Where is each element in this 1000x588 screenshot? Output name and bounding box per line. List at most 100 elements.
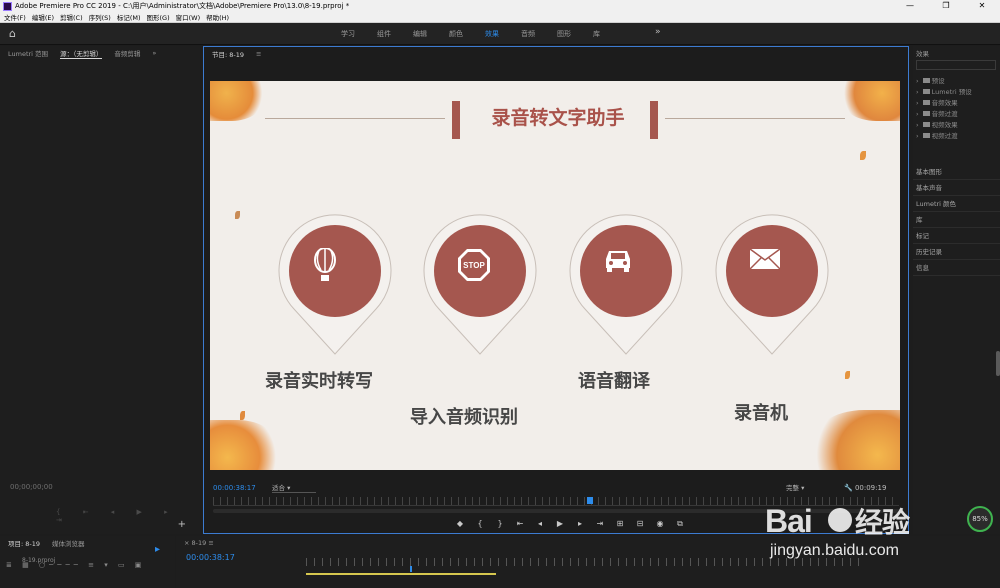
feature-label-import-audio: 导入音频识别	[410, 407, 518, 428]
workspace-tab-assembly[interactable]: 组件	[377, 29, 391, 39]
panel-info[interactable]: 信息	[913, 260, 1000, 276]
fit-dropdown[interactable]: 适合 ▾	[272, 482, 316, 493]
tree-item-lumetri-presets[interactable]: › Lumetri 预设	[916, 87, 972, 98]
folder-icon	[922, 111, 930, 116]
tree-item-audio-effects[interactable]: › 音频效果	[916, 98, 972, 109]
envelope-icon	[749, 248, 795, 294]
wrench-icon[interactable]: 🔧	[844, 484, 853, 492]
project-panel: 项目: 8-19 媒体浏览器 8-19.prproj ≣ ▦ ○──── ≡ ▾…	[0, 536, 175, 588]
timeline-work-area-bar[interactable]	[306, 573, 496, 575]
more-workspaces-icon[interactable]: »	[655, 27, 661, 37]
program-playhead[interactable]	[587, 497, 593, 504]
leaf-decoration	[840, 81, 900, 121]
workspace-tab-graphics[interactable]: 图形	[557, 29, 571, 39]
go-to-in-icon[interactable]: ⇤	[510, 519, 530, 529]
workspace-tab-audio[interactable]: 音频	[521, 29, 535, 39]
tab-audio-clip-mixer[interactable]: 音频剪辑	[114, 48, 140, 58]
leaf-decoration	[235, 211, 240, 219]
panel-essential-sound[interactable]: 基本声音	[913, 180, 1000, 196]
panel-essential-graphics[interactable]: 基本图形	[913, 164, 1000, 180]
effects-scrollbar[interactable]	[996, 351, 1000, 376]
panel-markers[interactable]: 标记	[913, 228, 1000, 244]
tab-lumetri-scopes[interactable]: Lumetri 范围	[8, 48, 48, 58]
watermark-url: jingyan.baidu.com	[770, 542, 899, 559]
panel-lumetri-color[interactable]: Lumetri 颜色	[913, 196, 1000, 212]
tab-media-browser[interactable]: 媒体浏览器	[52, 538, 85, 548]
tab-effects[interactable]: 效果	[916, 48, 929, 58]
tab-sequence[interactable]: × 8-19 ≡	[184, 539, 214, 547]
banner-bar-right	[650, 101, 658, 139]
leaf-decoration	[210, 420, 280, 470]
tab-source[interactable]: 源：（无剪辑）	[60, 48, 103, 59]
duration-value: 00:09:19	[854, 484, 887, 492]
effects-search-input[interactable]	[916, 60, 996, 70]
duration-timecode: 🔧 00:09:19	[844, 484, 886, 492]
panel-menu-icon[interactable]: ≡	[256, 50, 261, 58]
tab-program[interactable]: 节目: 8-19	[212, 49, 244, 59]
timeline-playhead[interactable]	[410, 566, 412, 572]
step-forward-icon[interactable]: ▸	[570, 519, 590, 529]
baidu-watermark: Bai 经验 jingyan.baidu.com	[765, 502, 955, 572]
minimize-button[interactable]: —	[892, 0, 928, 12]
source-panel: Lumetri 范围 源：（无剪辑） 音频剪辑 » 00;00;00;00 { …	[0, 46, 200, 534]
workspace-tab-learn[interactable]: 学习	[341, 29, 355, 39]
program-monitor-panel: 节目: 8-19 ≡ 录音转文字助手 STOP 录音实时转写 导入音频识别 语音…	[203, 46, 909, 534]
menu-bar: 文件(F) 编辑(E) 剪辑(C) 序列(S) 标记(M) 图形(G) 窗口(W…	[0, 12, 1000, 23]
tab-project[interactable]: 项目: 8-19	[8, 538, 40, 548]
menu-file[interactable]: 文件(F)	[4, 12, 26, 22]
side-panel-list: 基本图形 基本声音 Lumetri 颜色 库 标记 历史记录 信息	[913, 164, 1000, 276]
workspace-tab-effects[interactable]: 效果	[485, 29, 499, 39]
more-panels-icon[interactable]: »	[152, 49, 156, 57]
insert-icon[interactable]: ⊞	[610, 519, 630, 529]
menu-graphics[interactable]: 图形(G)	[147, 12, 170, 22]
workspace-tab-editing[interactable]: 编辑	[413, 29, 427, 39]
tree-item-presets[interactable]: › 预设	[916, 76, 972, 87]
go-to-out-icon[interactable]: ⇥	[590, 519, 610, 529]
tree-item-video-effects[interactable]: › 视频效果	[916, 120, 972, 131]
folder-icon	[922, 100, 930, 105]
project-panel-tabs: 项目: 8-19 媒体浏览器	[0, 536, 175, 550]
leaf-decoration	[210, 81, 265, 121]
menu-edit[interactable]: 编辑(E)	[32, 12, 54, 22]
menu-window[interactable]: 窗口(W)	[176, 12, 201, 22]
tree-item-video-transitions[interactable]: › 视频过渡	[916, 131, 972, 142]
step-back-icon[interactable]: ◂	[530, 519, 550, 529]
mark-out-icon[interactable]: }	[490, 519, 510, 529]
tree-item-label: 音频过渡	[931, 110, 958, 118]
selection-tool-icon[interactable]: ▸	[155, 544, 160, 555]
play-icon[interactable]: ▶	[550, 519, 570, 529]
tree-item-audio-transitions[interactable]: › 音频过渡	[916, 109, 972, 120]
tree-item-label: 视频过渡	[931, 132, 958, 140]
effects-panel-header: 效果	[913, 46, 1000, 60]
home-icon[interactable]: ⌂	[9, 28, 21, 40]
program-video-frame: 录音转文字助手 STOP 录音实时转写 导入音频识别 语音翻译 录音机	[210, 81, 900, 470]
window-controls: — ❐ ✕	[892, 0, 1000, 12]
menu-marker[interactable]: 标记(M)	[117, 12, 141, 22]
mark-in-icon[interactable]: {	[470, 519, 490, 529]
quality-dropdown[interactable]: 完整 ▾	[786, 482, 826, 493]
panel-history[interactable]: 历史记录	[913, 244, 1000, 260]
effects-tree: › 预设 › Lumetri 预设 › 音频效果 › 音频过渡 › 视频效果 ›…	[916, 76, 972, 142]
menu-clip[interactable]: 剪辑(C)	[60, 12, 83, 22]
workspace-tabs: 学习 组件 编辑 颜色 效果 音频 图形 库	[330, 23, 611, 45]
program-timecode[interactable]: 00:00:38:17	[213, 484, 256, 492]
leaf-decoration	[810, 410, 900, 470]
menu-help[interactable]: 帮助(H)	[206, 12, 229, 22]
workspace-tab-libraries[interactable]: 库	[593, 29, 600, 39]
export-frame-icon[interactable]: ◉	[650, 519, 670, 529]
add-marker-icon[interactable]: ◆	[450, 519, 470, 529]
maximize-button[interactable]: ❐	[928, 0, 964, 12]
panel-libraries[interactable]: 库	[913, 212, 1000, 228]
close-button[interactable]: ✕	[964, 0, 1000, 12]
folder-icon	[922, 133, 930, 138]
source-timecode[interactable]: 00;00;00;00	[10, 483, 53, 491]
overwrite-icon[interactable]: ⊟	[630, 519, 650, 529]
project-toolbar: ≣ ▦ ○──── ≡ ▾ ▭ ▣	[6, 561, 146, 569]
menu-sequence[interactable]: 序列(S)	[89, 12, 111, 22]
svg-text:经验: 经验	[855, 506, 910, 538]
add-button-icon[interactable]: +	[178, 519, 186, 530]
button-editor-icon[interactable]: ⧉	[670, 519, 690, 529]
workspace-tab-color[interactable]: 颜色	[449, 29, 463, 39]
timeline-timecode[interactable]: 00:00:38:17	[186, 553, 235, 562]
quality-dropdown-value: 完整	[786, 484, 799, 492]
